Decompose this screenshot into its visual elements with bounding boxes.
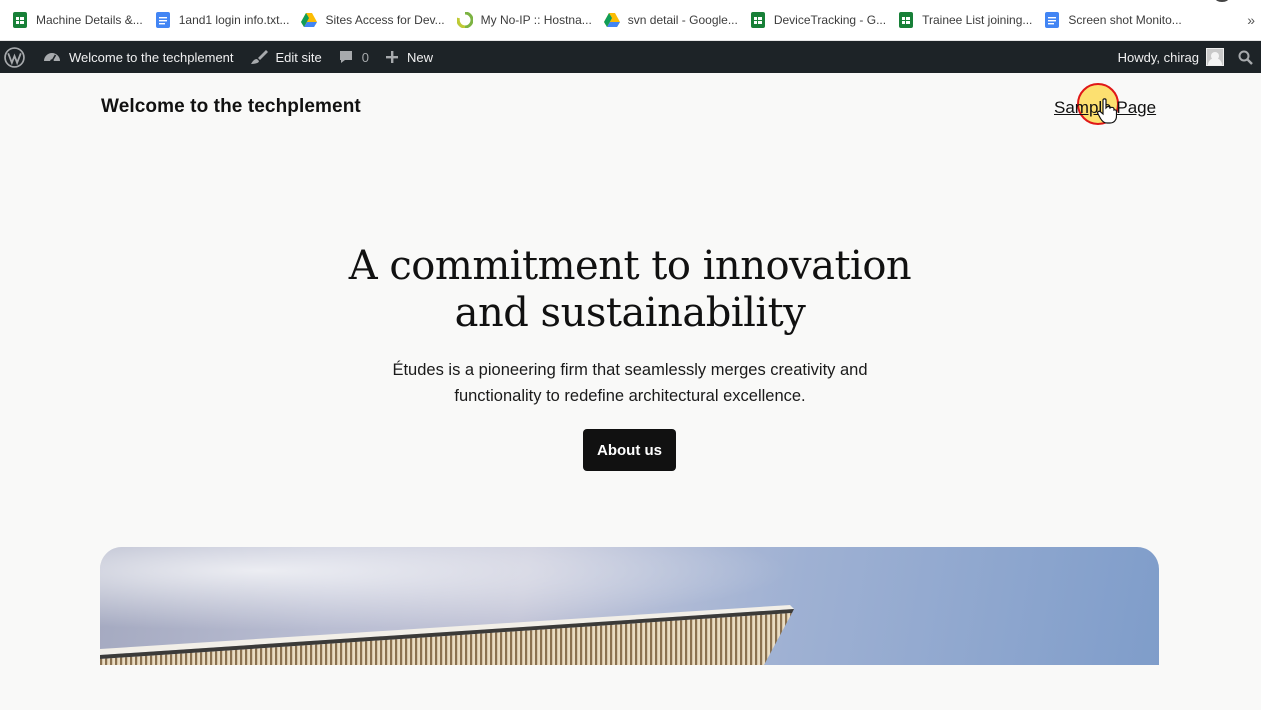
brush-icon: [250, 49, 268, 65]
wordpress-logo-icon: [4, 46, 25, 68]
my-account-button[interactable]: Howdy, chirag: [1110, 41, 1228, 73]
hero-title: A commitment to innovation and sustainab…: [330, 243, 930, 337]
pointer-hand-icon: [1097, 98, 1118, 124]
bookmark-label: 1and1 login info.txt...: [178, 13, 290, 27]
bookmark-1and1-login[interactable]: 1and1 login info.txt...: [153, 6, 298, 34]
plus-icon: [385, 50, 399, 64]
hero-title-line-2: and sustainability: [454, 290, 806, 336]
avatar: [1206, 48, 1224, 66]
admin-site-name[interactable]: Welcome to the techplement: [35, 41, 242, 73]
google-drive-icon: [603, 12, 620, 28]
admin-site-name-label: Welcome to the techplement: [69, 49, 234, 65]
google-drive-icon: [301, 12, 318, 28]
about-us-button[interactable]: About us: [583, 429, 676, 471]
noip-icon: [456, 12, 473, 28]
new-label: New: [407, 49, 434, 65]
edit-site-label: Edit site: [275, 49, 322, 65]
bookmark-device-tracking[interactable]: DeviceTracking - G...: [748, 6, 894, 34]
bookmark-noip[interactable]: My No-IP :: Hostna...: [455, 6, 600, 34]
comments-button[interactable]: 0: [330, 41, 377, 73]
hero-description-line-2: functionality to redefine architectural …: [454, 387, 806, 405]
hero-title-line-1: A commitment to innovation: [348, 243, 912, 289]
howdy-label: Howdy, chirag: [1117, 49, 1199, 65]
wp-admin-bar: Welcome to the techplement Edit site 0 N…: [0, 41, 1261, 73]
dashboard-icon: [43, 49, 61, 65]
bookmark-sites-access[interactable]: Sites Access for Dev...: [299, 6, 452, 34]
comment-icon: [338, 49, 354, 65]
new-content-button[interactable]: New: [377, 41, 441, 73]
google-sheets-icon: [898, 12, 914, 28]
hero-description-line-1: Études is a pioneering firm that seamles…: [392, 361, 868, 379]
google-docs-icon: [1044, 12, 1060, 28]
hero-image: [100, 547, 1159, 665]
admin-search-button[interactable]: [1228, 41, 1261, 73]
window-edge: [1215, 0, 1229, 2]
search-icon: [1238, 50, 1253, 65]
bookmark-machine-details[interactable]: Machine Details &...: [10, 6, 151, 34]
admin-bar-right: Howdy, chirag: [1110, 41, 1261, 73]
site-title[interactable]: Welcome to the techplement: [101, 96, 361, 118]
wordpress-logo-button[interactable]: [0, 41, 35, 73]
bookmark-label: Sites Access for Dev...: [325, 13, 445, 27]
bookmark-label: Trainee List joining...: [922, 13, 1033, 27]
bookmark-label: DeviceTracking - G...: [773, 13, 887, 27]
bookmark-svn-detail[interactable]: svn detail - Google...: [602, 6, 746, 34]
bookmark-label: Machine Details &...: [36, 13, 143, 27]
google-sheets-icon: [750, 12, 766, 28]
hero-description: Études is a pioneering firm that seamles…: [355, 357, 905, 409]
edit-site-button[interactable]: Edit site: [242, 41, 330, 73]
bookmarks-overflow-button[interactable]: »: [1247, 12, 1255, 28]
bookmark-label: svn detail - Google...: [627, 13, 738, 27]
google-docs-icon: [155, 12, 171, 28]
bookmark-label: Screen shot Monito...: [1068, 13, 1182, 27]
bookmarks-bar: Machine Details &... 1and1 login info.tx…: [0, 0, 1261, 41]
building-roof-illustration: [100, 547, 1159, 665]
bookmark-label: My No-IP :: Hostna...: [480, 13, 592, 27]
bookmark-screen-shot[interactable]: Screen shot Monito...: [1042, 6, 1189, 34]
comments-count: 0: [361, 49, 369, 65]
google-sheets-icon: [12, 12, 28, 28]
bookmark-trainee-list[interactable]: Trainee List joining...: [896, 6, 1040, 34]
